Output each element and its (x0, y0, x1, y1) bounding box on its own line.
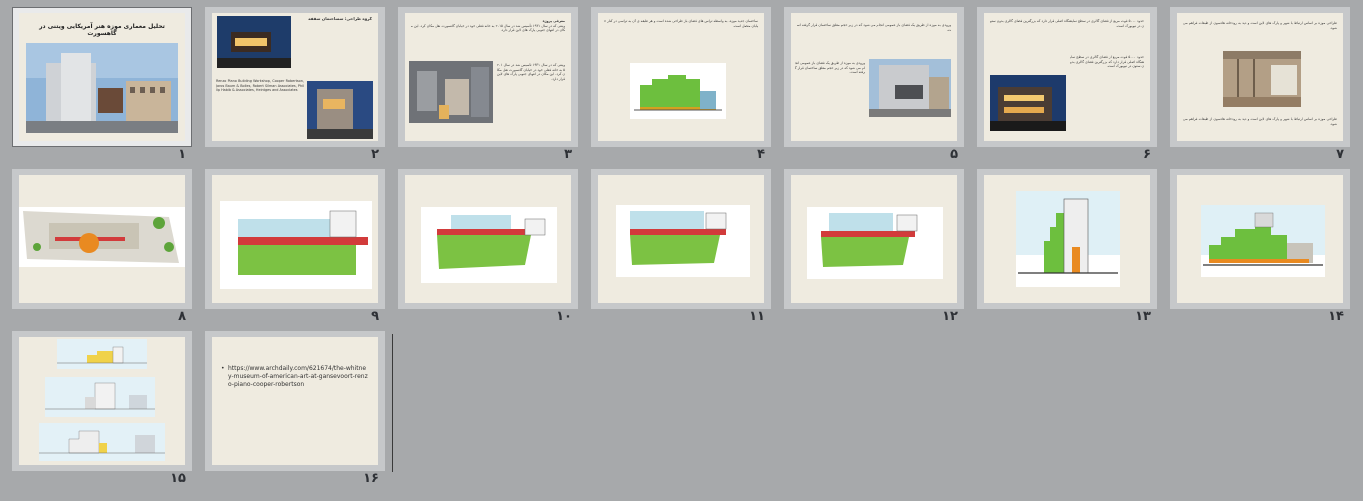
slide-number: ۱۱ (749, 309, 765, 324)
slide-number: ۱۴ (1328, 309, 1344, 324)
slide-number: ۷ (1336, 147, 1344, 162)
slide-title: معرفی پروژه (542, 19, 565, 23)
night-photo (217, 16, 291, 68)
slide-thumbnail-16[interactable]: https://www.archdaily.com/621674/the-whi… (205, 331, 385, 486)
slide-canvas: https://www.archdaily.com/621674/the-whi… (212, 337, 378, 465)
slide-thumbnail-4[interactable]: ساختمان جدید موزه، به واسطه تراس های فضا… (591, 7, 771, 162)
slide-canvas: طراحی موزه بر اساس ارتباط با شهر و پارک … (1177, 13, 1343, 141)
slide-number: ۵ (950, 147, 958, 162)
slide-number: ۱۰ (556, 309, 572, 324)
slide-canvas (19, 337, 185, 465)
slide-body-text: ورودی به موزه از طریق یک فضای باز عمومی … (797, 23, 951, 32)
slide-canvas (212, 175, 378, 303)
slide-thumbnail-11[interactable]: ۱۱ (591, 169, 771, 324)
slide-body-text: گروه طراحی: سساختمان سقفه (300, 17, 372, 77)
slide-number: ۲ (371, 147, 379, 162)
floor-plan-drawing (616, 205, 750, 277)
slide-title: تحلیل معماری موزه هنر آمریکایی ویتنی در … (39, 23, 165, 37)
slide-thumbnail-8[interactable]: ۸ (12, 169, 192, 324)
slide-canvas (405, 175, 571, 303)
slide-paragraph: ویتنی که در سال ۱۹۳۱ تأسیس شد در سال ۲۰۱… (411, 23, 565, 33)
slide-number: ۱ (178, 147, 186, 162)
slide-number: ۶ (1143, 147, 1151, 162)
slide-thumbnail-6[interactable]: حدود ۵۰۰۰ فوت مربع از فضای گالری در سطح … (977, 7, 1157, 162)
slide-thumbnail-10[interactable]: ۱۰ (398, 169, 578, 324)
slide-number: ۱۳ (1135, 309, 1151, 324)
slide-thumbnail-12[interactable]: ۱۲ (784, 169, 964, 324)
slide-paragraph: ویتنی که در سال ۱۹۳۱ تأسیس شد در سال ۲۰۱… (497, 63, 565, 81)
elevation-drawing (39, 423, 165, 461)
slide-number: ۹ (371, 309, 379, 324)
slide-number: ۸ (178, 309, 186, 324)
slide-thumbnail-15[interactable]: ۱۵ (12, 331, 192, 486)
slide-number: ۳ (564, 147, 572, 162)
building-photo (307, 81, 373, 139)
slide-thumbnail-7[interactable]: طراحی موزه بر اساس ارتباط با شهر و پارک … (1170, 7, 1350, 162)
museum-photo (26, 43, 178, 133)
slide-canvas (19, 175, 185, 303)
slide-number: ۱۵ (170, 471, 186, 486)
slide-title: گروه طراحی: سساختمان سقفه (308, 17, 372, 21)
street-photo (869, 59, 951, 117)
slide-canvas (791, 175, 957, 303)
floor-plan-drawing (421, 207, 557, 283)
reference-link[interactable]: https://www.archdaily.com/621674/the-whi… (221, 365, 368, 389)
slide-body-text: حدود ۵۰۰۰ فوت مربع از فضای گالری در سطح … (990, 19, 1144, 28)
slide-canvas: تحلیل معماری موزه هنر آمریکایی ویتنی در … (19, 13, 185, 141)
slide-paragraph: طراحی موزه بر اساس ارتباط با شهر و پارک … (1183, 117, 1337, 126)
slide-thumbnail-3[interactable]: معرفی پروژه ویتنی که در سال ۱۹۳۱ تأسیس ش… (398, 7, 578, 162)
slide-canvas (984, 175, 1150, 303)
interior-photo (1223, 51, 1301, 107)
section-drawing (1201, 205, 1325, 277)
slide-canvas: گروه طراحی: سساختمان سقفه Renzo Piano Bu… (212, 13, 378, 141)
slide-canvas (1177, 175, 1343, 303)
slide-canvas: ورودی به موزه از طریق یک فضای باز عمومی … (791, 13, 957, 141)
night-photo (990, 75, 1066, 131)
slide-number: ۱۲ (942, 309, 958, 324)
elevation-drawing (57, 339, 147, 369)
slide-canvas: حدود ۵۰۰۰ فوت مربع از فضای گالری در سطح … (984, 13, 1150, 141)
slide-paragraph: ورودی به موزه از طریق یک فضای باز عمومی … (795, 61, 865, 75)
section-drawing (630, 63, 726, 119)
section-drawing (1016, 191, 1120, 287)
slide-thumbnail-9[interactable]: ۹ (205, 169, 385, 324)
slide-canvas (598, 175, 764, 303)
aerial-photo (409, 61, 493, 123)
slide-paragraph: حدود ۵۰۰۰ فوت مربع از فضای گالری در سطح … (1070, 55, 1144, 69)
slide-thumbnail-13[interactable]: ۱۳ (977, 169, 1157, 324)
slide-thumbnail-1[interactable]: تحلیل معماری موزه هنر آمریکایی ویتنی در … (12, 7, 192, 162)
slide-body-text: ساختمان جدید موزه، به واسطه تراس های فضا… (604, 19, 758, 28)
slide-thumbnail-2[interactable]: گروه طراحی: سساختمان سقفه Renzo Piano Bu… (205, 7, 385, 162)
floor-plan-drawing (220, 201, 372, 289)
slide-canvas: معرفی پروژه ویتنی که در سال ۱۹۳۱ تأسیس ش… (405, 13, 571, 141)
slide-number: ۴ (757, 147, 765, 162)
credits-text: Renzo Piano Building Workshop, Cooper Ro… (216, 79, 304, 93)
elevation-drawing (45, 377, 155, 417)
slide-body-text: طراحی موزه بر اساس ارتباط با شهر و پارک … (1183, 21, 1337, 30)
slide-thumbnail-14[interactable]: ۱۴ (1170, 169, 1350, 324)
slide-body-text: معرفی پروژه ویتنی که در سال ۱۹۳۱ تأسیس ش… (411, 19, 565, 59)
slide-number: ۱۶ (363, 471, 379, 486)
floor-plan-drawing (807, 207, 943, 279)
slide-thumbnail-5[interactable]: ورودی به موزه از طریق یک فضای باز عمومی … (784, 7, 964, 162)
site-plan-drawing (19, 207, 185, 267)
slide-canvas: ساختمان جدید موزه، به واسطه تراس های فضا… (598, 13, 764, 141)
insertion-cursor (392, 334, 393, 472)
